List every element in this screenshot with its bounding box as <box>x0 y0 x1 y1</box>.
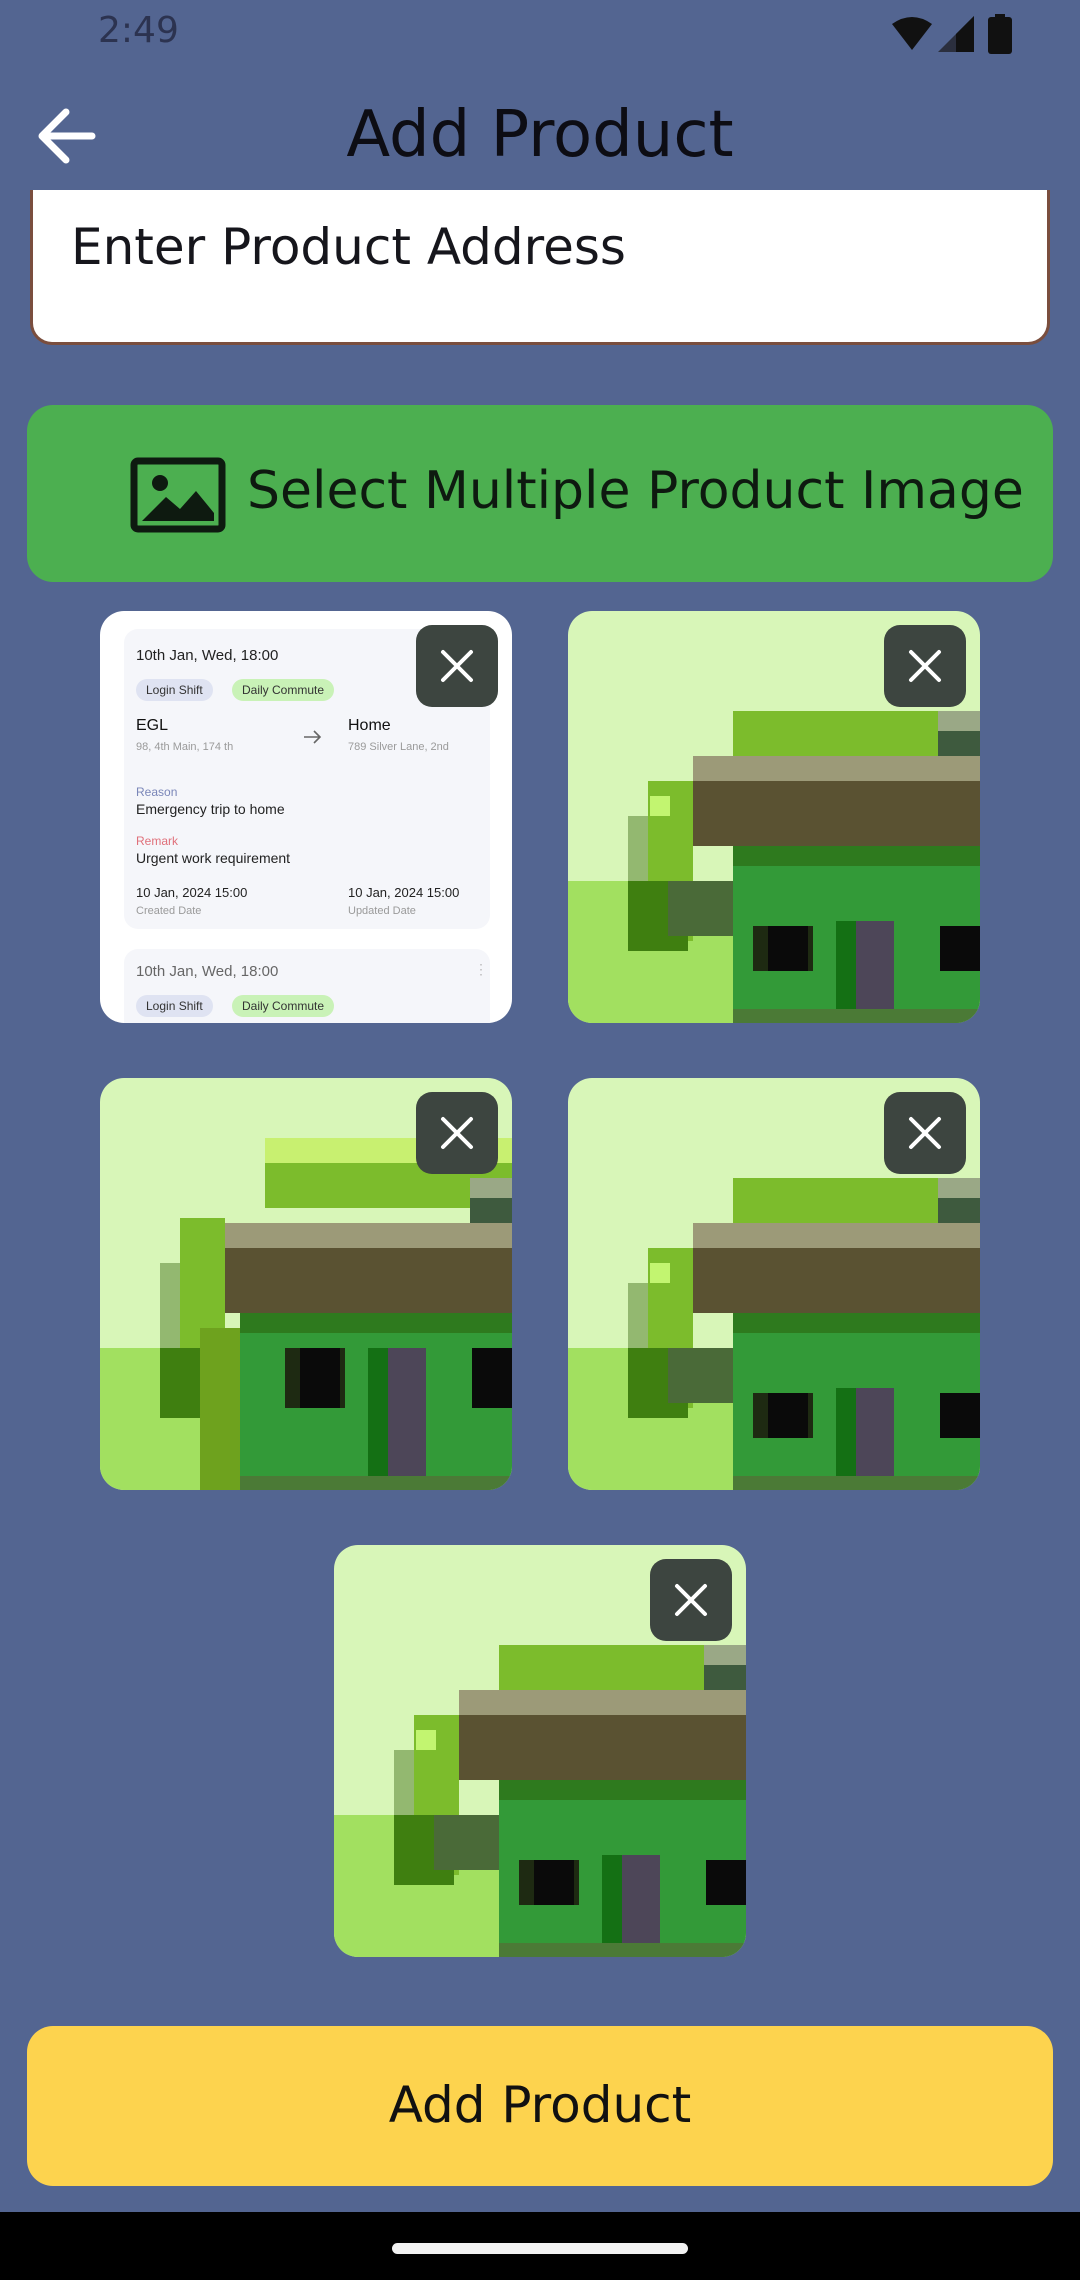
status-bar: 2:49 <box>0 0 1080 66</box>
remove-image-button[interactable] <box>884 1092 966 1174</box>
trip-card: 10th Jan, Wed, 18:00 ⋮ Login Shift Daily… <box>124 949 490 1023</box>
home-handle[interactable] <box>392 2243 688 2254</box>
trip-to: Home <box>348 717 391 734</box>
remove-image-button[interactable] <box>416 625 498 707</box>
image-thumbnail[interactable] <box>334 1545 746 1957</box>
address-placeholder: Enter Product Address <box>71 218 626 276</box>
arrow-right-icon <box>304 730 322 744</box>
image-thumbnail[interactable]: 10th Jan, Wed, 18:00 Login Shift Daily C… <box>100 611 512 1023</box>
address-field[interactable]: Enter Product Address <box>30 190 1050 345</box>
reason-label: Reason <box>136 785 178 799</box>
image-thumbnail[interactable] <box>568 1078 980 1490</box>
remove-image-button[interactable] <box>650 1559 732 1641</box>
close-icon <box>909 1117 941 1149</box>
updated-date-label: Updated Date <box>348 905 416 917</box>
close-icon <box>675 1584 707 1616</box>
signal-icon <box>938 16 974 52</box>
image-icon <box>130 457 226 533</box>
chip-daily-commute: Daily Commute <box>232 995 335 1017</box>
add-product-button[interactable]: Add Product <box>27 2026 1053 2186</box>
close-icon <box>909 650 941 682</box>
app-bar: Add Product <box>0 66 1080 210</box>
status-time: 2:49 <box>98 10 179 51</box>
trip-from-address: 98, 4th Main, 174 th <box>136 741 234 753</box>
chip-login-shift: Login Shift <box>136 679 213 701</box>
chip-daily-commute: Daily Commute <box>232 679 335 701</box>
more-icon: ⋮ <box>474 961 488 977</box>
trip-date: 10th Jan, Wed, 18:00 <box>136 963 279 980</box>
trip-date: 10th Jan, Wed, 18:00 <box>136 647 279 664</box>
remark-text: Urgent work requirement <box>136 850 291 866</box>
system-nav-bar <box>0 2212 1080 2280</box>
image-thumbnail[interactable] <box>100 1078 512 1490</box>
battery-icon <box>988 14 1012 54</box>
chip-login-shift: Login Shift <box>136 995 213 1017</box>
status-icons <box>890 14 1020 54</box>
remove-image-button[interactable] <box>884 625 966 707</box>
wifi-icon <box>892 17 932 50</box>
created-date-label: Created Date <box>136 905 202 917</box>
created-date: 10 Jan, 2024 15:00 <box>136 885 248 900</box>
select-images-button[interactable]: Select Multiple Product Image <box>27 405 1053 582</box>
image-thumbnail[interactable] <box>568 611 980 1023</box>
select-images-label: Select Multiple Product Image <box>247 461 1024 521</box>
page-title: Add Product <box>346 98 734 172</box>
reason-text: Emergency trip to home <box>136 801 285 817</box>
remark-label: Remark <box>136 834 179 848</box>
close-icon <box>441 1117 473 1149</box>
trip-from: EGL <box>136 717 169 734</box>
trip-to-address: 789 Silver Lane, 2nd <box>348 741 449 753</box>
close-icon <box>441 650 473 682</box>
add-product-label: Add Product <box>388 2076 692 2134</box>
updated-date: 10 Jan, 2024 15:00 <box>348 885 460 900</box>
remove-image-button[interactable] <box>416 1092 498 1174</box>
